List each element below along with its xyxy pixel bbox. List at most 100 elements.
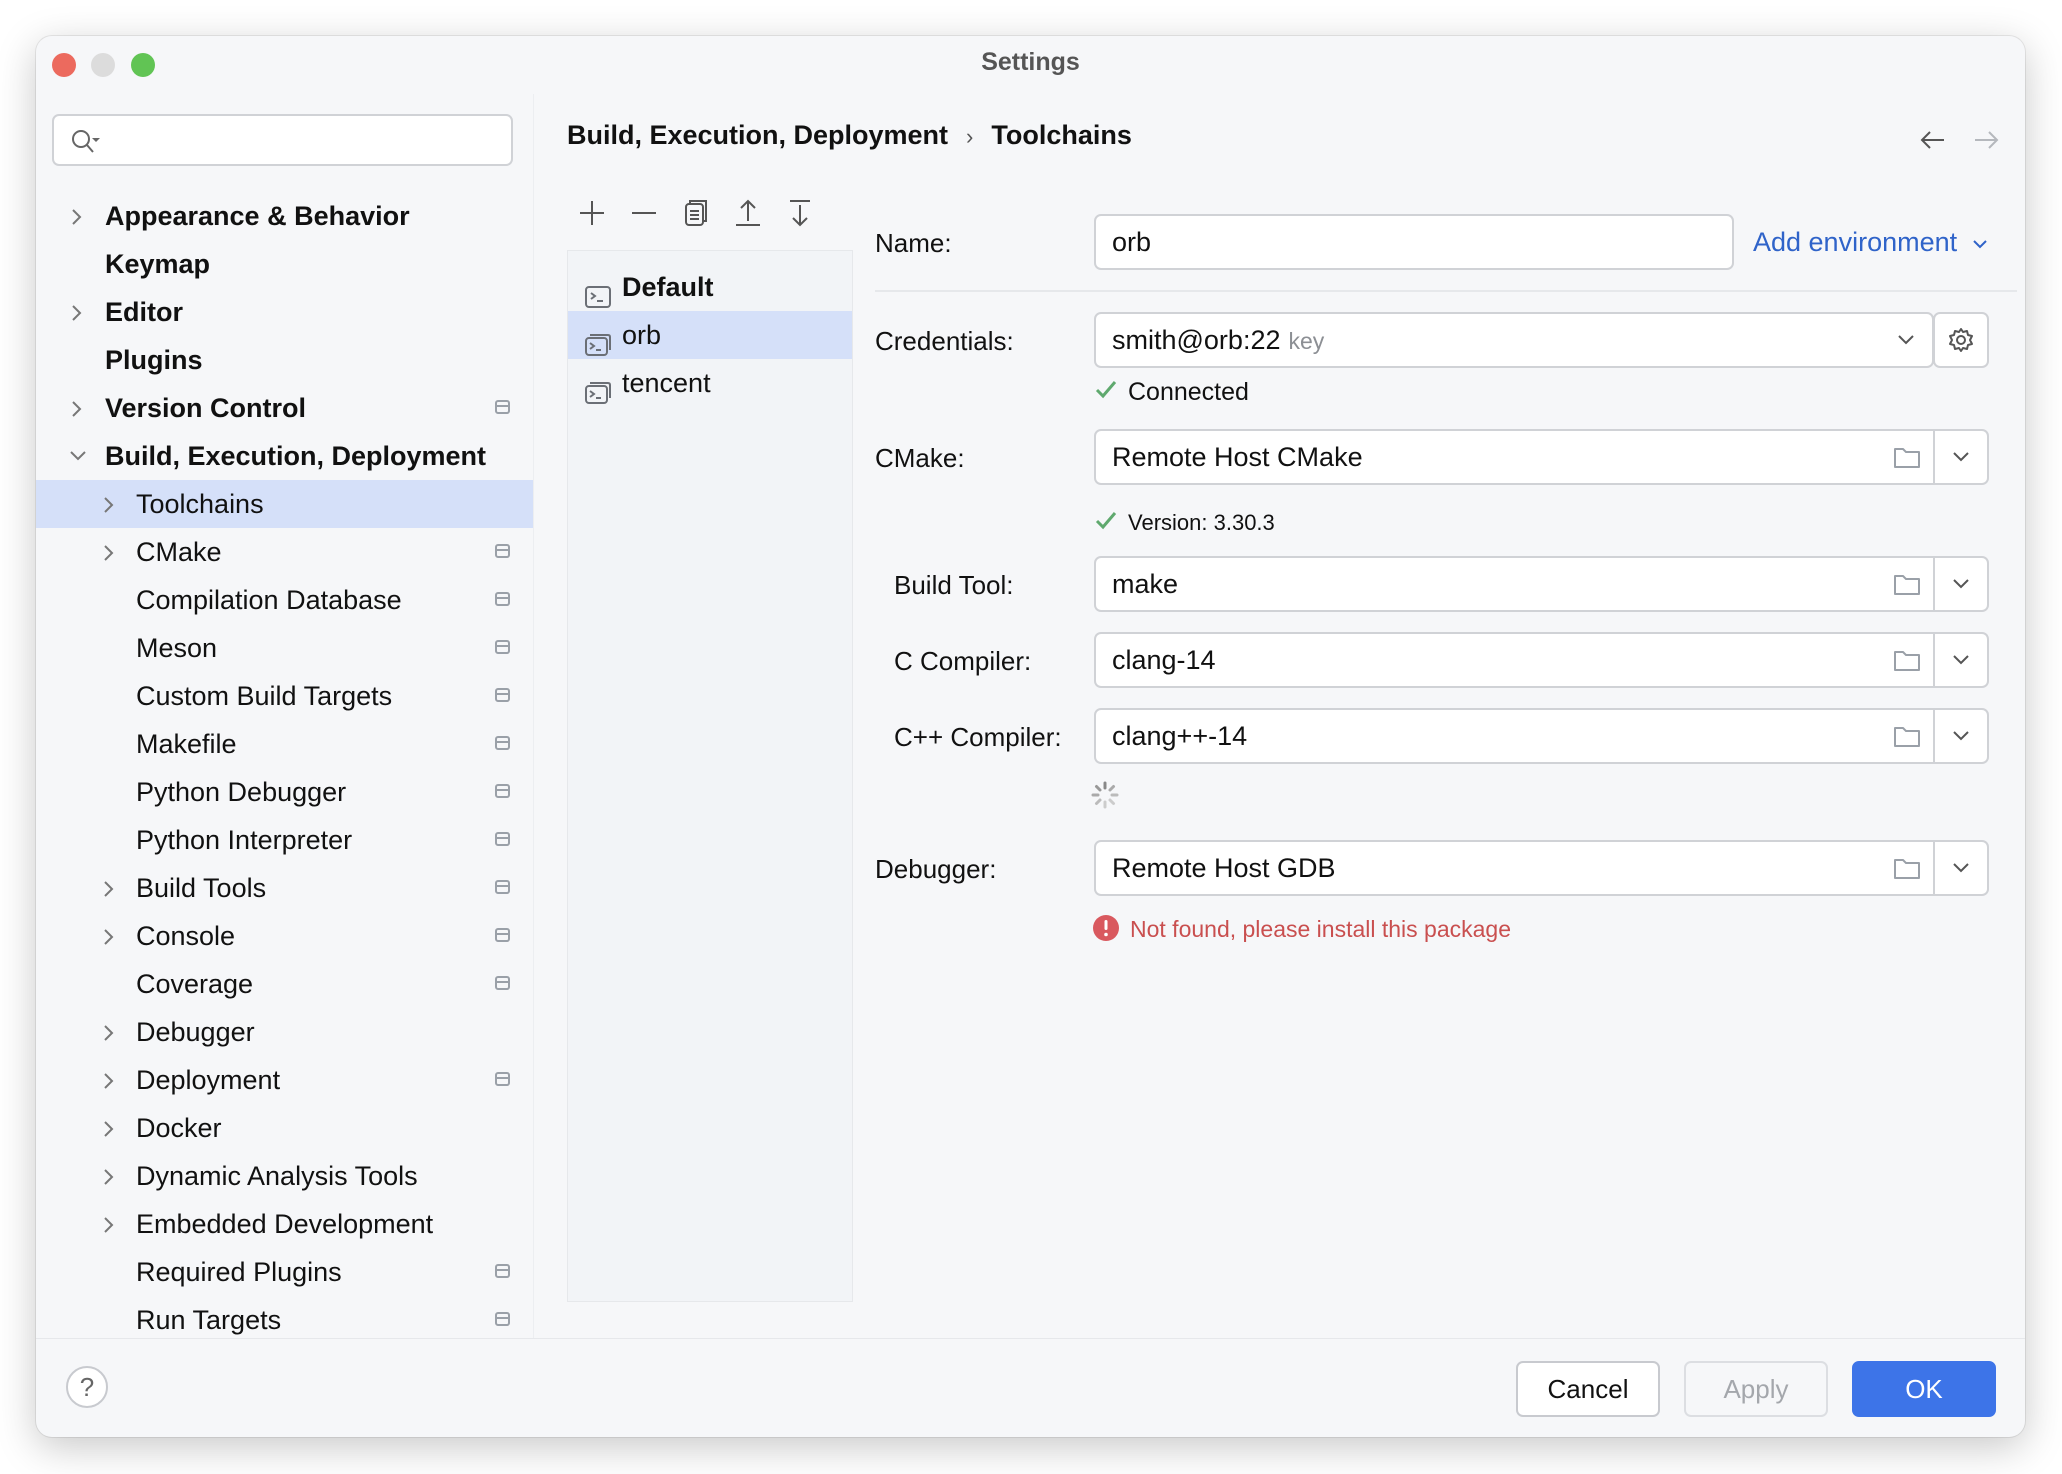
chevron-right-icon[interactable] xyxy=(98,480,118,528)
sidebar-item-build-tools[interactable]: Build Tools xyxy=(36,864,533,912)
sidebar-item-label: Coverage xyxy=(136,969,254,999)
sidebar-item-build-execution-deployment[interactable]: Build, Execution, Deployment xyxy=(36,432,533,480)
credentials-status: Connected xyxy=(1094,378,1249,407)
sidebar-item-toolchains[interactable]: Toolchains xyxy=(36,480,533,528)
sidebar-item-editor[interactable]: Editor xyxy=(36,288,533,336)
chevron-down-icon[interactable] xyxy=(1951,652,1971,668)
cmake-status-text: Version: 3.30.3 xyxy=(1128,510,1275,535)
sidebar-item-debugger[interactable]: Debugger xyxy=(36,1008,533,1056)
toolchain-item[interactable]: Default xyxy=(568,263,852,311)
chevron-down-icon[interactable] xyxy=(1951,728,1971,744)
name-label: Name: xyxy=(875,228,952,258)
check-icon xyxy=(1095,381,1117,399)
chevron-down-icon[interactable] xyxy=(1951,860,1971,876)
chevron-right-icon[interactable] xyxy=(98,912,118,960)
forward-button[interactable] xyxy=(1971,128,2001,152)
sidebar-item-deployment[interactable]: Deployment xyxy=(36,1056,533,1104)
chevron-right-icon[interactable] xyxy=(98,864,118,912)
sidebar-item-label: Makefile xyxy=(136,729,237,759)
chevron-right-icon[interactable] xyxy=(66,192,86,240)
credentials-dropdown[interactable]: smith@orb:22 key xyxy=(1094,312,1934,368)
chevron-right-icon[interactable] xyxy=(98,528,118,576)
sidebar-item-docker[interactable]: Docker xyxy=(36,1104,533,1152)
chevron-down-icon[interactable] xyxy=(1951,576,1971,592)
sidebar-item-label: Debugger xyxy=(136,1017,255,1047)
chevron-right-icon[interactable] xyxy=(98,1200,118,1248)
breadcrumb-parent[interactable]: Build, Execution, Deployment xyxy=(567,120,948,150)
sidebar-item-coverage[interactable]: Coverage xyxy=(36,960,533,1008)
move-down-button[interactable] xyxy=(783,196,817,236)
breadcrumb: Build, Execution, Deployment › Toolchains xyxy=(567,120,1132,151)
cmake-input[interactable]: Remote Host CMake xyxy=(1094,429,1989,485)
remove-toolchain-button[interactable] xyxy=(627,196,661,236)
build-tool-input[interactable]: make xyxy=(1094,556,1989,612)
back-button[interactable] xyxy=(1918,128,1948,152)
sidebar-item-dynamic-analysis-tools[interactable]: Dynamic Analysis Tools xyxy=(36,1152,533,1200)
add-environment-link[interactable]: Add environment xyxy=(1753,227,1989,258)
sidebar-item-cmake[interactable]: CMake xyxy=(36,528,533,576)
sidebar-item-console[interactable]: Console xyxy=(36,912,533,960)
sidebar-item-embedded-development[interactable]: Embedded Development xyxy=(36,1200,533,1248)
add-toolchain-button[interactable] xyxy=(575,196,609,236)
toolchain-item-label: orb xyxy=(622,320,662,350)
folder-icon[interactable] xyxy=(1893,445,1921,469)
sidebar-item-label: Plugins xyxy=(105,345,203,375)
project-scope-icon xyxy=(495,736,510,750)
sidebar-item-label: Editor xyxy=(105,297,183,327)
c-compiler-value: clang-14 xyxy=(1112,645,1216,675)
move-up-button[interactable] xyxy=(731,196,765,236)
sidebar-divider xyxy=(533,94,534,1338)
field-splitter xyxy=(1933,431,1935,483)
chevron-right-icon[interactable] xyxy=(66,288,86,336)
name-input[interactable]: orb xyxy=(1094,214,1734,270)
chevron-down-icon[interactable] xyxy=(66,432,86,480)
apply-button[interactable]: Apply xyxy=(1684,1361,1828,1417)
project-scope-icon xyxy=(495,640,510,654)
folder-icon[interactable] xyxy=(1893,648,1921,672)
sidebar-item-label: Version Control xyxy=(105,393,307,423)
sidebar-item-label: Build, Execution, Deployment xyxy=(105,441,487,471)
copy-toolchain-button[interactable] xyxy=(679,196,713,236)
sidebar-item-compilation-database[interactable]: Compilation Database xyxy=(36,576,533,624)
sidebar-item-plugins[interactable]: Plugins xyxy=(36,336,533,384)
ok-button[interactable]: OK xyxy=(1852,1361,1996,1417)
chevron-down-icon[interactable] xyxy=(1951,449,1971,465)
folder-icon[interactable] xyxy=(1893,572,1921,596)
project-scope-icon xyxy=(495,1072,510,1086)
sidebar-item-python-interpreter[interactable]: Python Interpreter xyxy=(36,816,533,864)
cancel-button[interactable]: Cancel xyxy=(1516,1361,1660,1417)
sidebar-item-meson[interactable]: Meson xyxy=(36,624,533,672)
sidebar-item-version-control[interactable]: Version Control xyxy=(36,384,533,432)
sidebar-item-required-plugins[interactable]: Required Plugins xyxy=(36,1248,533,1296)
cpp-compiler-input[interactable]: clang++-14 xyxy=(1094,708,1989,764)
chevron-right-icon[interactable] xyxy=(66,384,86,432)
folder-icon[interactable] xyxy=(1893,856,1921,880)
sidebar-item-run-targets[interactable]: Run Targets xyxy=(36,1296,533,1344)
sidebar-item-label: Toolchains xyxy=(136,489,264,519)
sidebar-item-label: Docker xyxy=(136,1113,222,1143)
sidebar-item-label: CMake xyxy=(136,537,222,567)
chevron-right-icon[interactable] xyxy=(98,1152,118,1200)
folder-icon[interactable] xyxy=(1893,724,1921,748)
chevron-right-icon[interactable] xyxy=(98,1056,118,1104)
sidebar-item-appearance-behavior[interactable]: Appearance & Behavior xyxy=(36,192,533,240)
chevron-right-icon[interactable] xyxy=(98,1104,118,1152)
toolchain-item[interactable]: tencent xyxy=(568,359,852,407)
sidebar-item-makefile[interactable]: Makefile xyxy=(36,720,533,768)
toolchain-item[interactable]: orb xyxy=(568,311,852,359)
field-splitter xyxy=(1933,842,1935,894)
c-compiler-input[interactable]: clang-14 xyxy=(1094,632,1989,688)
sidebar-item-python-debugger[interactable]: Python Debugger xyxy=(36,768,533,816)
sidebar-item-custom-build-targets[interactable]: Custom Build Targets xyxy=(36,672,533,720)
error-icon xyxy=(1093,914,1119,941)
credentials-settings-button[interactable] xyxy=(1933,312,1989,368)
gear-icon xyxy=(1949,328,1973,352)
search-icon xyxy=(72,130,100,153)
help-button[interactable]: ? xyxy=(66,1366,108,1408)
sidebar-item-keymap[interactable]: Keymap xyxy=(36,240,533,288)
chevron-right-icon[interactable] xyxy=(98,1008,118,1056)
project-scope-icon xyxy=(495,688,510,702)
debugger-input[interactable]: Remote Host GDB xyxy=(1094,840,1989,896)
settings-search-input[interactable] xyxy=(52,114,513,166)
cpp-compiler-label: C++ Compiler: xyxy=(894,722,1062,752)
